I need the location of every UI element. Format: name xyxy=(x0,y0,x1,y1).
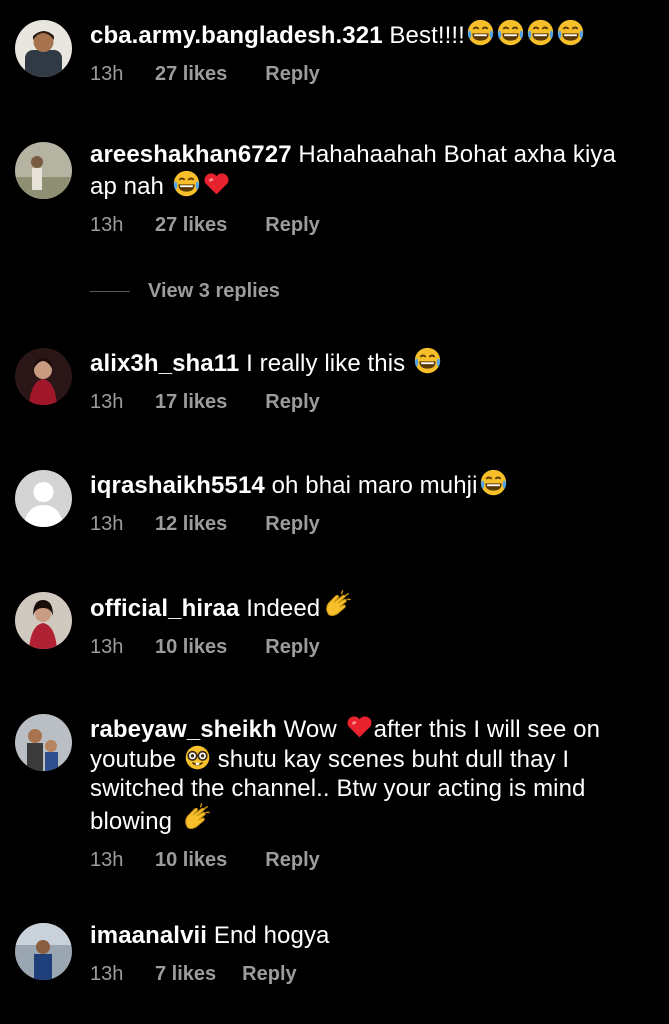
avatar[interactable] xyxy=(15,592,72,649)
timestamp: 13h xyxy=(90,513,124,535)
clapping-hands-emoji-icon xyxy=(180,803,210,833)
username[interactable]: imaanalvii xyxy=(90,922,207,949)
comment-text: rabeyaw_sheikh Wow after this I will see… xyxy=(90,712,649,836)
comment-body: Wow xyxy=(276,716,344,743)
laugh-tears-emoji-icon xyxy=(413,346,442,375)
username[interactable]: rabeyaw_sheikh xyxy=(90,716,277,743)
comment-meta: 13h 12 likes Reply xyxy=(90,513,649,536)
likes-count[interactable]: 7 likes xyxy=(155,963,216,986)
reply-button[interactable]: Reply xyxy=(242,963,296,986)
avatar[interactable] xyxy=(15,20,72,77)
reply-button[interactable]: Reply xyxy=(265,391,319,414)
reply-button[interactable]: Reply xyxy=(265,63,319,86)
comment-body: oh bhai maro muhji xyxy=(264,472,478,499)
comment-meta: 13h 10 likes Reply xyxy=(90,849,649,872)
avatar[interactable] xyxy=(15,714,72,771)
timestamp: 13h xyxy=(90,849,124,871)
likes-count[interactable]: 12 likes xyxy=(155,513,227,536)
avatar[interactable] xyxy=(15,923,72,980)
comment-meta: 13h 7 likes Reply xyxy=(90,963,649,986)
comment-body: Best!!!! xyxy=(382,22,465,49)
comment-meta: 13h 27 likes Reply xyxy=(90,63,649,86)
timestamp: 13h xyxy=(90,963,124,985)
red-heart-emoji-icon xyxy=(345,712,374,741)
comment-meta: 13h 10 likes Reply xyxy=(90,636,649,659)
comment-text: areeshakhan6727 Hahahaahah Bohat axha ki… xyxy=(90,140,649,201)
username[interactable]: areeshakhan6727 xyxy=(90,141,292,168)
likes-count[interactable]: 17 likes xyxy=(155,391,227,414)
avatar[interactable] xyxy=(15,348,72,405)
username[interactable]: official_hiraa xyxy=(90,595,239,622)
username[interactable]: alix3h_sha11 xyxy=(90,350,239,377)
timestamp: 13h xyxy=(90,63,124,85)
divider-line xyxy=(90,291,130,292)
view-replies-label: View 3 replies xyxy=(148,280,280,302)
laugh-tears-emoji-icon xyxy=(496,18,525,47)
likes-count[interactable]: 10 likes xyxy=(155,849,227,872)
username[interactable]: iqrashaikh5514 xyxy=(90,472,265,499)
timestamp: 13h xyxy=(90,391,124,413)
reply-button[interactable]: Reply xyxy=(265,513,319,536)
view-replies-button[interactable]: View 3 replies xyxy=(90,280,280,303)
avatar[interactable] xyxy=(15,142,72,199)
username[interactable]: cba.army.bangladesh.321 xyxy=(90,22,383,49)
avatar[interactable] xyxy=(15,470,72,527)
comment-text: imaanalvii End hogya xyxy=(90,921,649,950)
laugh-tears-emoji-icon xyxy=(479,468,508,497)
nerd-face-emoji-icon xyxy=(184,744,211,771)
likes-count[interactable]: 27 likes xyxy=(155,63,227,86)
reply-button[interactable]: Reply xyxy=(265,849,319,872)
comment-text: iqrashaikh5514 oh bhai maro muhji xyxy=(90,468,649,500)
comment-text: cba.army.bangladesh.321 Best!!!! xyxy=(90,18,649,50)
comment-body: Indeed xyxy=(239,595,321,622)
laugh-tears-emoji-icon xyxy=(556,18,585,47)
likes-count[interactable]: 27 likes xyxy=(155,214,227,237)
timestamp: 13h xyxy=(90,636,124,658)
comment-body: End hogya xyxy=(207,922,330,949)
laugh-tears-emoji-icon xyxy=(526,18,555,47)
comment-meta: 13h 27 likes Reply xyxy=(90,214,649,237)
clapping-hands-emoji-icon xyxy=(321,590,351,620)
laugh-tears-emoji-icon xyxy=(466,18,495,47)
laugh-tears-emoji-icon xyxy=(172,169,201,198)
comment-text: alix3h_sha11 I really like this xyxy=(90,346,649,378)
likes-count[interactable]: 10 likes xyxy=(155,636,227,659)
reply-button[interactable]: Reply xyxy=(265,214,319,237)
red-heart-emoji-icon xyxy=(202,169,231,198)
comment-meta: 13h 17 likes Reply xyxy=(90,391,649,414)
comment-body: I really like this xyxy=(239,350,413,377)
timestamp: 13h xyxy=(90,214,124,236)
comment-text: official_hiraa Indeed xyxy=(90,590,649,623)
reply-button[interactable]: Reply xyxy=(265,636,319,659)
